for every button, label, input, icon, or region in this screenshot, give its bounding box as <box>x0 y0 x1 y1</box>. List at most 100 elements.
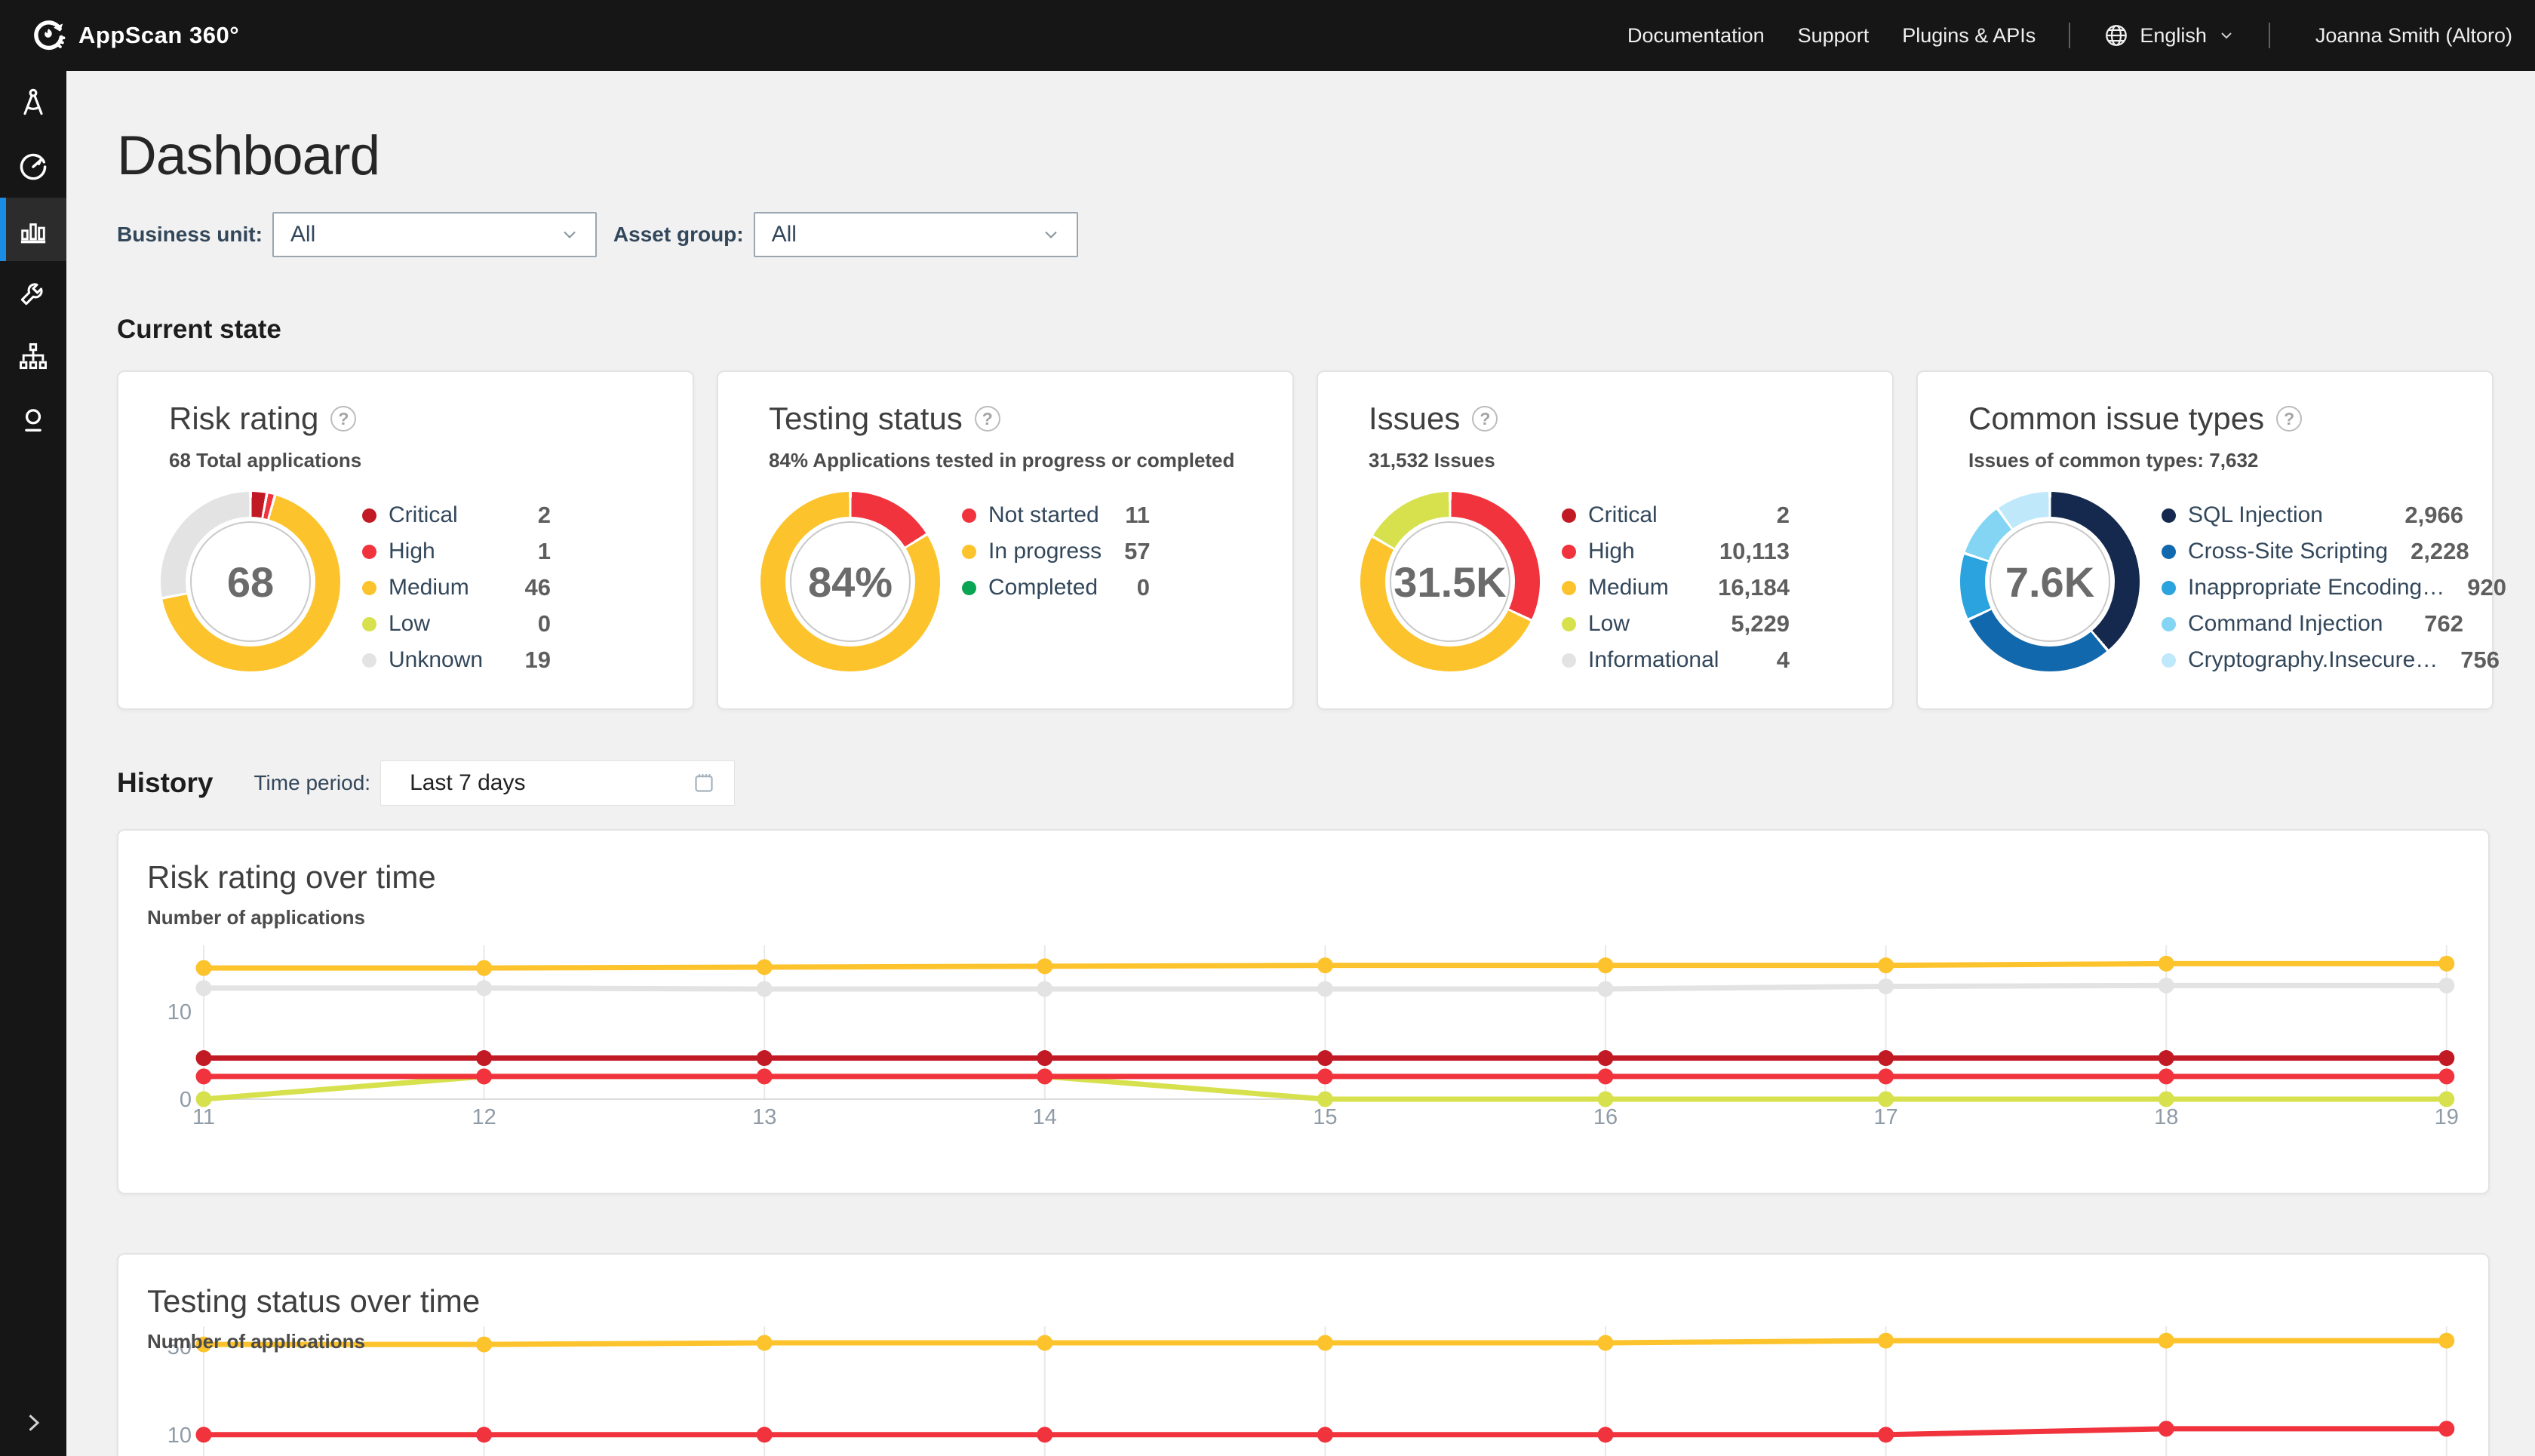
donut-legend: Critical2High10,113Medium16,184Low5,229I… <box>1562 497 1790 678</box>
help-icon[interactable]: ? <box>975 406 1000 432</box>
sidebar-item-users[interactable] <box>0 388 66 451</box>
legend-item: Low5,229 <box>1562 606 1790 642</box>
current-state-cards: Risk rating? 68 Total applications 68 Cr… <box>117 370 2494 710</box>
legend-label: Low <box>1588 611 1630 637</box>
help-icon[interactable]: ? <box>330 406 356 432</box>
page-title: Dashboard <box>117 128 2494 183</box>
nav-documentation[interactable]: Documentation <box>1627 24 1765 48</box>
legend-item: Low 0 <box>362 606 551 642</box>
legend-value: 0 <box>538 610 551 637</box>
business-unit-value: All <box>290 222 559 247</box>
common-issue-types-card: Common issue types? Issues of common typ… <box>1916 370 2494 710</box>
issues-card: Issues? 31,532 Issues 31.5K Critical2Hig… <box>1317 370 1894 710</box>
globe-icon <box>2103 23 2129 48</box>
person-icon <box>17 403 50 436</box>
brand-name: AppScan 360° <box>78 22 239 49</box>
svg-text:10: 10 <box>167 1424 192 1448</box>
legend-value: 2,966 <box>2404 502 2463 529</box>
legend-label: Medium <box>389 575 469 601</box>
legend-label: Unknown <box>389 647 483 673</box>
risk-rating-over-time-chart: 111213141516171819100 <box>118 831 2488 1193</box>
time-period-input[interactable]: Last 7 days <box>380 760 735 806</box>
asset-group-select[interactable]: All <box>754 212 1078 257</box>
legend-label: Inappropriate Encoding… <box>2188 575 2444 601</box>
legend-item: Medium16,184 <box>1562 570 1790 606</box>
donut-center-value: 31.5K <box>1393 558 1506 607</box>
top-navigation: Documentation Support Plugins & APIs Eng… <box>1627 23 2512 48</box>
sidebar-item-scans[interactable] <box>0 134 66 198</box>
chart-title: Risk rating over time <box>147 859 436 895</box>
testing-status-card: Testing status? 84% Applications tested … <box>717 370 1294 710</box>
legend-value: 762 <box>2424 610 2463 637</box>
donut-center-value: 7.6K <box>2005 558 2094 607</box>
help-icon[interactable]: ? <box>1472 406 1498 432</box>
brand[interactable]: AppScan 360° <box>30 17 239 54</box>
language-menu[interactable]: English <box>2103 23 2235 48</box>
legend-color-dot <box>2162 581 2176 595</box>
svg-text:14: 14 <box>1033 1105 1057 1129</box>
legend-color-dot <box>2162 508 2176 523</box>
sidebar-item-tools[interactable] <box>0 261 66 324</box>
time-period-value: Last 7 days <box>410 770 690 796</box>
chevron-down-icon <box>1040 224 1062 245</box>
legend-item: Critical2 <box>362 497 551 533</box>
legend-color-dot <box>2162 545 2176 559</box>
legend-label: High <box>389 539 435 564</box>
legend-item: High 1 <box>362 533 551 570</box>
sidebar-item-dashboard[interactable] <box>0 198 66 261</box>
filters-row: Business unit: All Asset group: All <box>117 211 2494 258</box>
legend-label: Low <box>389 611 430 637</box>
asset-group-label: Asset group: <box>613 223 744 247</box>
legend-item: Cryptography.Insecure…756 <box>2162 642 2463 678</box>
donut-chart: 31.5K <box>1360 492 1540 671</box>
legend-label: Critical <box>389 502 458 528</box>
legend-label: Not started <box>988 502 1099 528</box>
legend-value: 2,228 <box>2411 538 2469 565</box>
legend-item: Cross-Site Scripting2,228 <box>2162 533 2463 570</box>
help-icon[interactable]: ? <box>2276 406 2302 432</box>
history-heading: History <box>117 767 213 799</box>
donut-legend: Critical2High1Medium46Low0Unknown19 <box>362 497 551 678</box>
drafting-compass-icon <box>17 86 50 119</box>
sidebar-item-asset-groups[interactable] <box>0 324 66 388</box>
gauge-icon <box>17 149 50 183</box>
bar-chart-icon <box>17 213 50 246</box>
appscan-logo-icon <box>30 17 66 54</box>
chevron-down-icon <box>2217 26 2235 45</box>
chevron-right-icon <box>20 1409 47 1436</box>
legend-color-dot <box>962 581 976 595</box>
legend-item: Inappropriate Encoding…920 <box>2162 570 2463 606</box>
legend-label: High <box>1588 539 1635 564</box>
card-title: Common issue types? <box>1968 401 2302 437</box>
svg-text:10: 10 <box>167 1000 192 1024</box>
svg-text:19: 19 <box>2435 1105 2459 1129</box>
sidebar-expand-button[interactable] <box>0 1409 66 1436</box>
legend-item: SQL Injection2,966 <box>2162 497 2463 533</box>
legend-color-dot <box>962 545 976 559</box>
nav-plugins-apis[interactable]: Plugins & APIs <box>1902 24 2036 48</box>
sidebar-item-applications[interactable] <box>0 71 66 134</box>
legend-label: Completed <box>988 575 1098 601</box>
legend-color-dot <box>1562 508 1576 523</box>
legend-color-dot <box>362 581 376 595</box>
svg-text:13: 13 <box>752 1105 776 1129</box>
svg-text:0: 0 <box>180 1088 192 1112</box>
legend-color-dot <box>1562 653 1576 668</box>
chevron-down-icon <box>559 224 580 245</box>
legend-item: Completed 0 <box>962 570 1150 606</box>
donut-chart: 84% <box>760 492 940 671</box>
main-content: Dashboard Business unit: All Asset group… <box>66 71 2535 1456</box>
legend-value: 1 <box>538 538 551 565</box>
legend-label: In progress <box>988 539 1102 564</box>
risk-rating-over-time-card: 111213141516171819100 Risk rating over t… <box>117 829 2490 1194</box>
legend-label: Cross-Site Scripting <box>2188 539 2388 564</box>
nav-support[interactable]: Support <box>1798 24 1870 48</box>
card-title: Issues? <box>1369 401 1498 437</box>
user-menu[interactable]: Joanna Smith (Altoro) <box>2315 24 2512 48</box>
business-unit-select[interactable]: All <box>272 212 597 257</box>
chart-y-axis-label: Number of applications <box>147 1330 365 1353</box>
legend-value: 0 <box>1137 574 1150 601</box>
legend-item: Command Injection762 <box>2162 606 2463 642</box>
legend-label: Critical <box>1588 502 1658 528</box>
legend-value: 11 <box>1125 502 1150 529</box>
